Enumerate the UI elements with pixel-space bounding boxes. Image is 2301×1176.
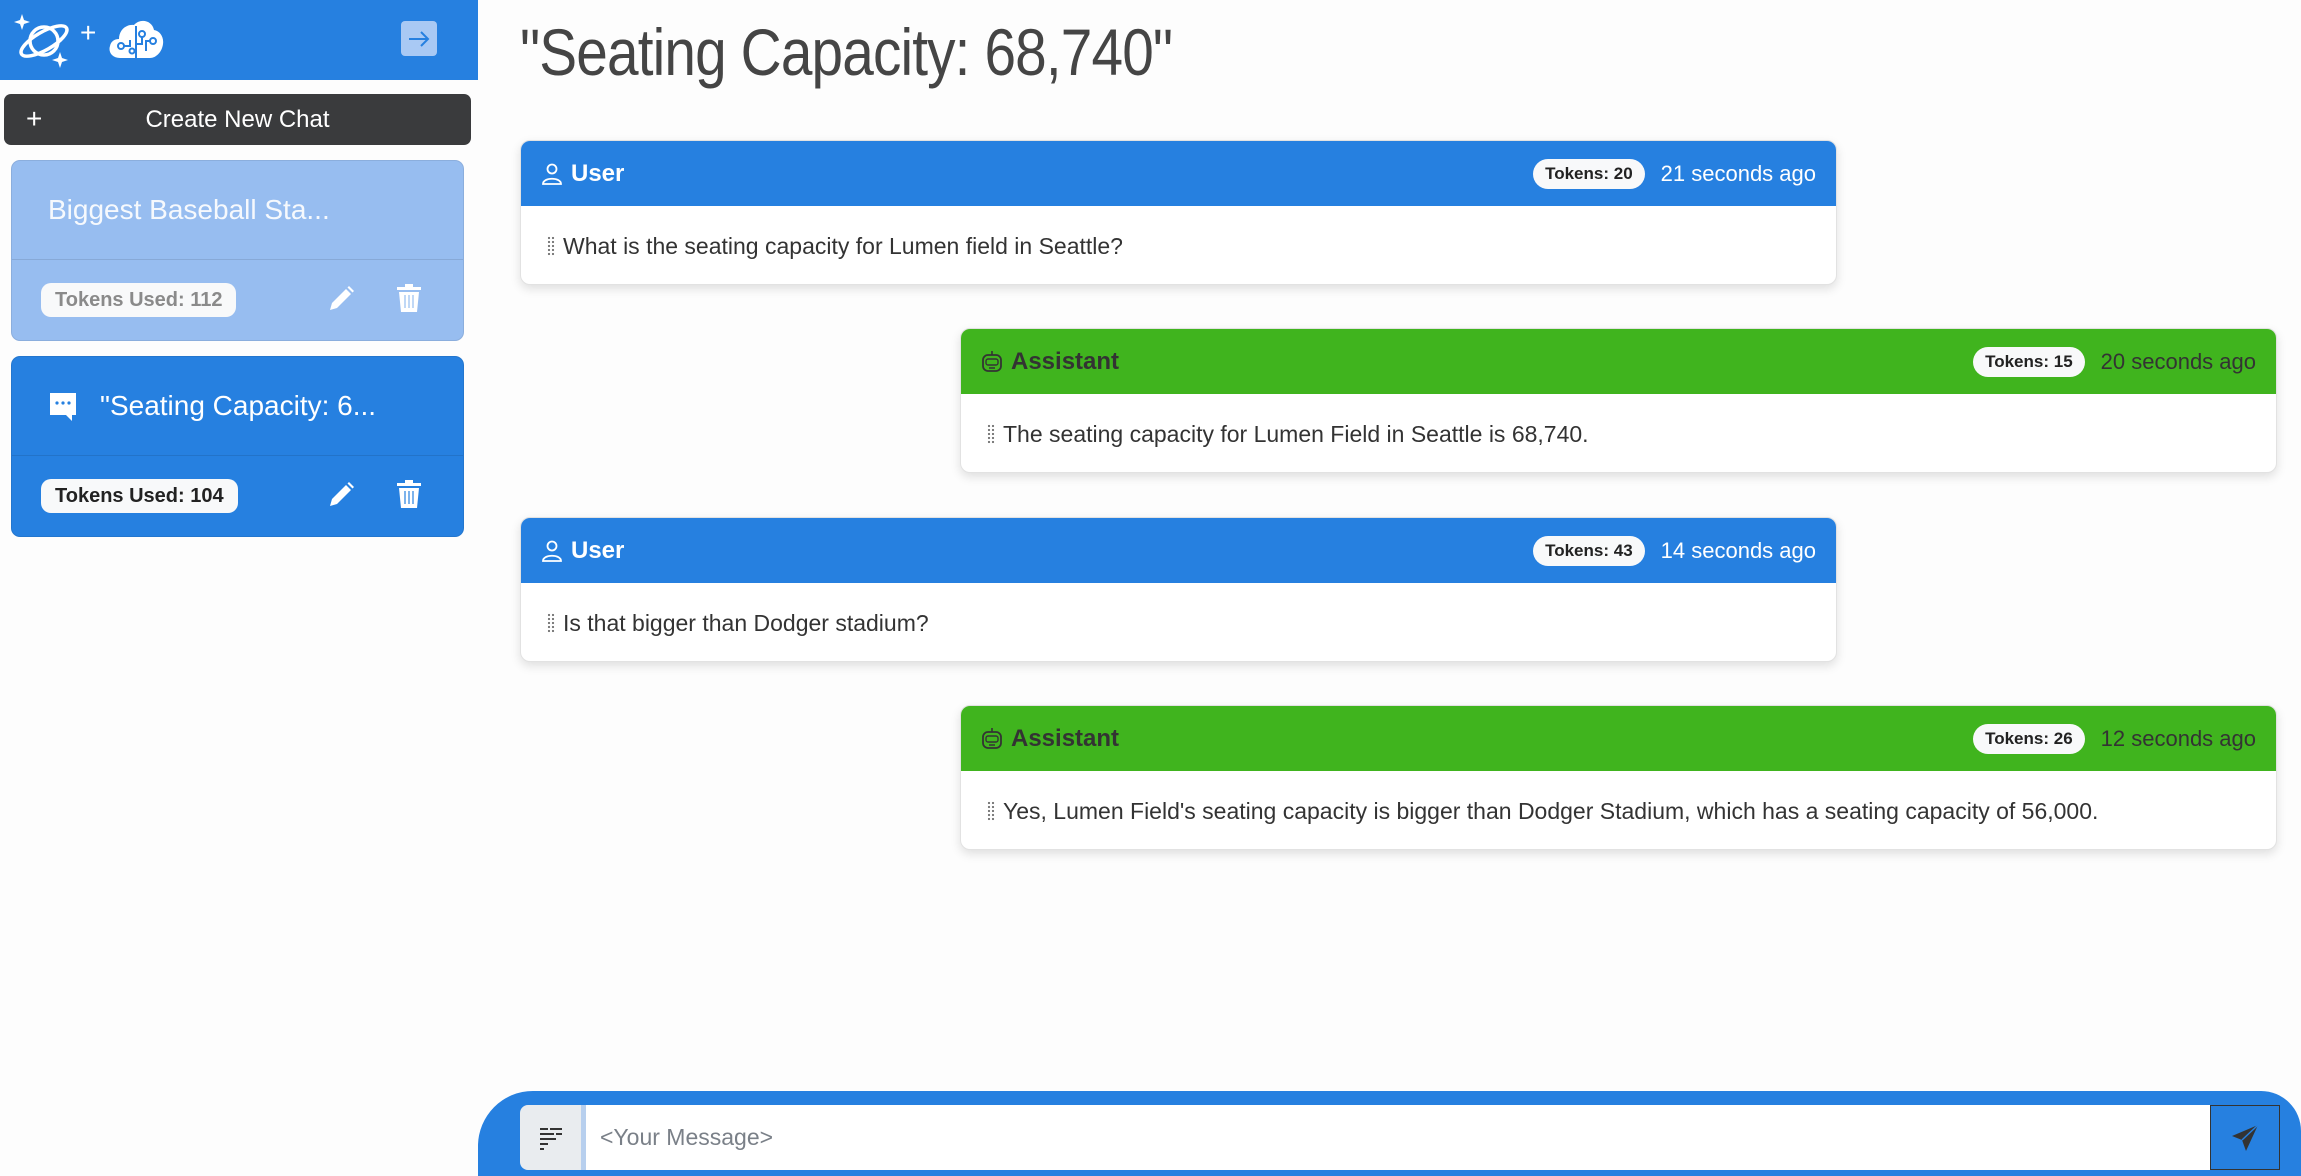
message-role: User <box>571 159 625 187</box>
format-toggle-button[interactable] <box>520 1105 586 1170</box>
message-card-user: User Tokens: 43 14 seconds ago Is that b… <box>520 517 1837 662</box>
message-role: Assistant <box>1011 724 1120 752</box>
drag-handle-icon[interactable] <box>547 613 555 633</box>
chat-item-header: "Seating Capacity: 6... <box>12 357 463 456</box>
message-timestamp: 12 seconds ago <box>2100 725 2256 751</box>
message-timestamp: 20 seconds ago <box>2100 348 2256 374</box>
logo-plus: + <box>80 17 97 48</box>
cloud-ai-logo-icon <box>109 20 164 58</box>
sidebar: + + Create New Chat Biggest Baseball Sta… <box>0 0 478 1176</box>
chat-title: "Seating Capacity: 68,740" <box>520 15 1173 89</box>
chat-bubble-icon <box>50 393 76 421</box>
trash-icon[interactable] <box>397 284 421 312</box>
tokens-used-badge: Tokens Used: 112 <box>41 283 237 317</box>
chat-item-footer: Tokens Used: 112 <box>12 260 463 341</box>
chat-item-header: Biggest Baseball Sta... <box>12 161 463 260</box>
message-body: Is that bigger than Dodger stadium? <box>521 583 1836 661</box>
chat-item-title: "Seating Capacity: 6... <box>100 390 377 421</box>
token-count-badge: Tokens: 43 <box>1533 535 1645 566</box>
message-card-assistant: Assistant Tokens: 15 20 seconds ago The … <box>960 328 2277 473</box>
message-header: Assistant Tokens: 15 20 seconds ago <box>961 329 2276 394</box>
arrow-right-icon <box>409 30 430 47</box>
message-body: Yes, Lumen Field's seating capacity is b… <box>961 771 2276 849</box>
plus-icon: + <box>26 103 43 134</box>
user-icon <box>542 540 562 562</box>
message-header: User Tokens: 20 21 seconds ago <box>521 141 1836 206</box>
composer-input-group <box>520 1105 2280 1170</box>
message-meta: Tokens: 20 21 seconds ago <box>1533 158 1816 189</box>
message-text: Is that bigger than Dodger stadium? <box>563 609 929 636</box>
collapse-sidebar-button[interactable] <box>401 21 437 56</box>
drag-handle-icon[interactable] <box>987 801 995 821</box>
pencil-icon[interactable] <box>327 285 355 313</box>
trash-icon[interactable] <box>397 480 421 508</box>
message-text: The seating capacity for Lumen Field in … <box>1003 420 1589 447</box>
message-meta: Tokens: 43 14 seconds ago <box>1533 535 1816 566</box>
chat-item-footer: Tokens Used: 104 <box>12 456 463 537</box>
chat-item-title: Biggest Baseball Sta... <box>48 194 330 225</box>
planet-logo-icon <box>14 14 69 68</box>
message-card-user: User Tokens: 20 21 seconds ago What is t… <box>520 140 1837 285</box>
robot-icon <box>982 727 1002 749</box>
message-header: User Tokens: 43 14 seconds ago <box>521 518 1836 583</box>
message-input[interactable] <box>586 1105 2210 1170</box>
tokens-used-badge: Tokens Used: 104 <box>41 479 238 513</box>
message-role: Assistant <box>1011 347 1120 375</box>
text-format-icon <box>539 1127 562 1150</box>
send-button[interactable] <box>2210 1105 2280 1170</box>
message-text: What is the seating capacity for Lumen f… <box>563 232 1123 259</box>
message-role: User <box>571 536 625 564</box>
message-timestamp: 21 seconds ago <box>1660 160 1816 186</box>
message-header: Assistant Tokens: 26 12 seconds ago <box>961 706 2276 771</box>
create-new-chat-label: Create New Chat <box>145 105 330 133</box>
chat-list-item-active[interactable]: "Seating Capacity: 6... Tokens Used: 104 <box>11 356 464 537</box>
message-text: Yes, Lumen Field's seating capacity is b… <box>1003 797 2099 824</box>
message-meta: Tokens: 15 20 seconds ago <box>1973 346 2256 377</box>
token-count-badge: Tokens: 26 <box>1973 723 2085 754</box>
token-count-badge: Tokens: 15 <box>1973 346 2085 377</box>
robot-icon <box>982 350 1002 372</box>
send-icon <box>2232 1123 2259 1151</box>
token-count-badge: Tokens: 20 <box>1533 158 1645 189</box>
user-icon <box>542 163 562 185</box>
message-card-assistant: Assistant Tokens: 26 12 seconds ago Yes,… <box>960 705 2277 850</box>
sidebar-header: + <box>0 0 478 80</box>
message-meta: Tokens: 26 12 seconds ago <box>1973 723 2256 754</box>
message-body: What is the seating capacity for Lumen f… <box>521 206 1836 284</box>
pencil-icon[interactable] <box>327 481 355 509</box>
message-timestamp: 14 seconds ago <box>1660 537 1816 563</box>
create-new-chat-button[interactable]: + Create New Chat <box>4 94 471 145</box>
message-body: The seating capacity for Lumen Field in … <box>961 394 2276 472</box>
drag-handle-icon[interactable] <box>547 236 555 256</box>
chat-list-item[interactable]: Biggest Baseball Sta... Tokens Used: 112 <box>11 160 464 341</box>
drag-handle-icon[interactable] <box>987 424 995 444</box>
